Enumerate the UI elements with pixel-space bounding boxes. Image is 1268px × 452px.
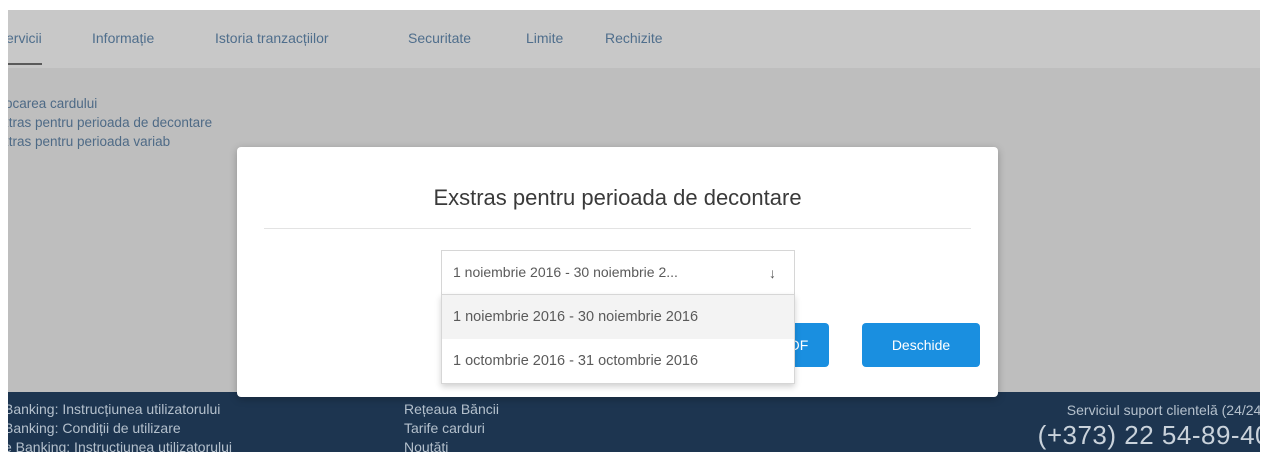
period-select-value: 1 noiembrie 2016 - 30 noiembrie 2... [453,264,678,280]
support-phone[interactable]: (+373) 22 54-89-40 [1038,420,1260,451]
tab-limite[interactable]: Limite [526,30,563,46]
tab-bar: ervicii Informație Istoria tranzacțiilor… [8,10,1260,69]
footer: Banking: Instrucțiunea utilizatorului Ba… [8,392,1260,452]
modal-title: Exstras pentru perioada de decontare [433,185,802,210]
footer-link[interactable]: Banking: Condiții de utilizare [8,419,232,438]
tab-servicii[interactable]: ervicii [8,30,42,65]
footer-link[interactable]: Rețeaua Băncii [404,400,499,419]
select-arrow-icon: ↓ [769,265,776,281]
link-blocarea-cardului[interactable]: locarea cardului [8,94,212,113]
link-extras-variabila[interactable]: xtras pentru perioada variab [8,132,212,151]
support-label: Serviciul suport clientelă (24/24) [1066,402,1260,418]
footer-col-info: Rețeaua Băncii Tarife carduri Noutăți [404,400,499,452]
period-option[interactable]: 1 octombrie 2016 - 31 octombrie 2016 [442,339,794,383]
tab-informatie[interactable]: Informație [92,30,154,46]
open-button[interactable]: Deschide [862,323,980,367]
footer-col-banking: Banking: Instrucțiunea utilizatorului Ba… [8,400,232,452]
period-option[interactable]: 1 noiembrie 2016 - 30 noiembrie 2016 [442,295,794,339]
tab-istoria-tranzactiilor[interactable]: Istoria tranzacțiilor [215,30,329,46]
period-select[interactable]: 1 noiembrie 2016 - 30 noiembrie 2... ↓ [441,250,795,295]
footer-link[interactable]: Noutăți [404,438,499,452]
app-frame: ervicii Informație Istoria tranzacțiilor… [8,10,1260,452]
modal-divider [264,228,971,229]
period-options-list: 1 noiembrie 2016 - 30 noiembrie 2016 1 o… [441,294,795,384]
tab-rechizite[interactable]: Rechizite [605,30,663,46]
service-links: locarea cardului xtras pentru perioada d… [8,94,212,151]
statement-modal: Exstras pentru perioada de decontare 1 n… [237,147,998,397]
tab-securitate[interactable]: Securitate [408,30,471,46]
footer-link[interactable]: Banking: Instrucțiunea utilizatorului [8,400,232,419]
footer-link[interactable]: e Banking: Instrucțiunea utilizatorului [8,438,232,452]
link-extras-decontare[interactable]: xtras pentru perioada de decontare [8,113,212,132]
footer-link[interactable]: Tarife carduri [404,419,499,438]
